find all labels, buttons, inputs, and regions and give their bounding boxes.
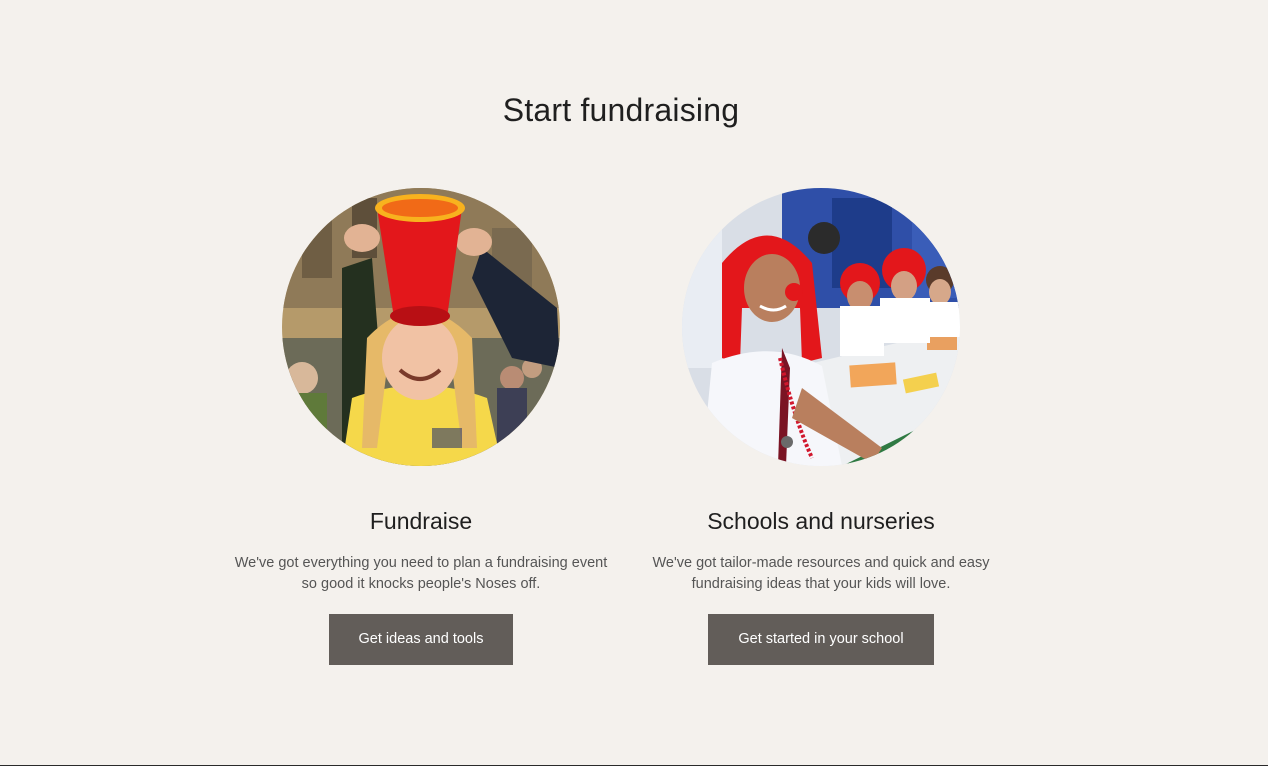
get-ideas-and-tools-button[interactable]: Get ideas and tools <box>328 614 514 665</box>
fundraise-photo <box>282 188 560 466</box>
page-title: Start fundraising <box>502 92 740 128</box>
fundraise-card: Fundraise We've got everything you need … <box>221 188 621 665</box>
fundraise-photo-illustration <box>282 188 560 466</box>
schools-description: We've got tailor-made resources and quic… <box>652 555 990 592</box>
fundraise-title: Fundraise <box>369 508 473 534</box>
get-started-in-your-school-button[interactable]: Get started in your school <box>708 614 934 665</box>
schools-photo-illustration <box>682 188 960 466</box>
schools-card: Schools and nurseries We've got tailor-m… <box>621 188 1021 665</box>
fundraise-description: We've got everything you need to plan a … <box>234 555 608 592</box>
schools-photo <box>682 188 960 466</box>
schools-title: Schools and nurseries <box>707 508 935 534</box>
